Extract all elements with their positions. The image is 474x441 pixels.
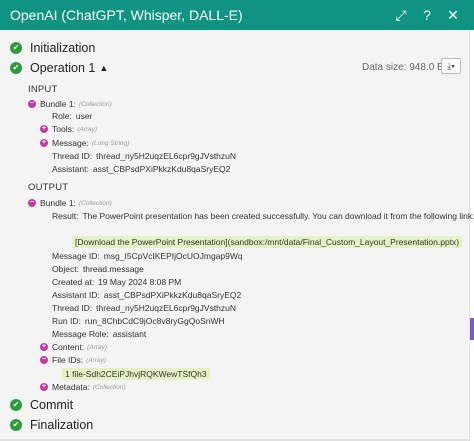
field-key: Message: (52, 138, 89, 148)
input-heading: INPUT (28, 84, 58, 95)
caret-up-icon[interactable]: ▲ (99, 63, 108, 73)
field-value: asst_CBPsdPXiPkkzKdu8qaSryEQ2 (103, 290, 242, 300)
collapse-icon[interactable]: − (28, 199, 36, 207)
field-value: thread_ny5H2uqzEL6cpr9gJVsthzuN (96, 303, 237, 313)
operation-label: Operation 1 (30, 61, 96, 75)
file-id-index: 1 (65, 369, 70, 379)
download-button[interactable]: ⤓▾ (441, 58, 461, 74)
field-key: Content: (52, 342, 85, 352)
input-message-row[interactable]: + Message: (Long String) (40, 138, 129, 148)
output-assistant-id-row: Assistant ID: asst_CBPsdPXiPkkzKdu8qaSry… (52, 290, 241, 300)
expand-icon[interactable]: ⤢ (390, 4, 412, 26)
check-icon: ✔ (10, 399, 22, 411)
help-icon[interactable]: ? (416, 4, 438, 26)
check-icon: ✔ (10, 62, 22, 74)
file-id-value: file-Sdh2CEiPJhvjRQKWewTSfQh3 (72, 369, 207, 379)
type-label: (Long String) (91, 139, 130, 147)
field-key: Tools: (52, 124, 75, 134)
output-metadata-row[interactable]: + Metadata: (Collection) (40, 382, 126, 392)
output-thread-row: Thread ID: thread_ny5H2uqzEL6cpr9gJVsthz… (52, 303, 236, 313)
field-value: user (75, 111, 93, 121)
output-bundle-row[interactable]: − Bundle 1: (Collection) (28, 198, 112, 208)
check-icon: ✔ (10, 42, 22, 54)
field-value: msg_I5CpVcIKEPIjOcUOJmgap9Wq (103, 251, 243, 261)
collapse-icon[interactable]: − (40, 356, 48, 364)
output-file-ids-row[interactable]: − File IDs: (Array) (40, 355, 106, 365)
field-key: Thread ID: (52, 151, 93, 161)
close-icon[interactable]: ✕ (442, 4, 464, 26)
data-size: Data size: 948.0 B (362, 62, 444, 73)
field-value: asst_CBPsdPXiPkkzKdu8qaSryEQ2 (92, 164, 231, 174)
field-key: Result: (52, 211, 79, 221)
file-id-chip: 1 file-Sdh2CEiPJhvjRQKWewTSfQh3 (62, 368, 210, 380)
commit-label: Commit (30, 398, 74, 412)
check-icon: ✔ (10, 419, 22, 431)
field-value: thread_ny5H2uqzEL6cpr9gJVsthzuN (96, 151, 237, 161)
output-role-row: Message Role: assistant (52, 329, 146, 339)
field-key: Role: (52, 111, 72, 121)
expand-icon[interactable]: + (40, 383, 48, 391)
type-label: (Collection) (78, 199, 112, 207)
result-link: [Download the PowerPoint Presentation](s… (72, 236, 463, 248)
commit-row[interactable]: ✔ Commit (10, 398, 73, 412)
collapse-icon[interactable]: − (28, 100, 36, 108)
field-value: run_8ChbCdC9jOc8v8ryGgQoSnWH (84, 316, 225, 326)
field-value: assistant (112, 329, 147, 339)
field-key: Assistant: (52, 164, 89, 174)
expand-icon[interactable]: + (40, 139, 48, 147)
input-thread-row: Thread ID: thread_ny5H2uqzEL6cpr9gJVsthz… (52, 151, 236, 161)
type-label: (Array) (86, 356, 107, 364)
output-heading: OUTPUT (28, 182, 69, 193)
output-object-row: Object: thread.message (52, 264, 144, 274)
field-key: Run ID: (52, 316, 81, 326)
field-key: Assistant ID: (52, 290, 100, 300)
output-file-id-item: 1 file-Sdh2CEiPJhvjRQKWewTSfQh3 (62, 368, 210, 380)
download-icon: ⤓▾ (447, 60, 455, 71)
field-key: Thread ID: (52, 303, 93, 313)
input-role-row: Role: user (52, 111, 92, 121)
initialization-label: Initialization (30, 41, 96, 55)
field-value: thread.message (82, 264, 144, 274)
expand-icon[interactable]: + (40, 343, 48, 351)
type-label: (Collection) (78, 100, 112, 108)
bundle-label: Bundle 1: (40, 198, 76, 208)
bundle-label: Bundle 1: (40, 99, 76, 109)
window-titlebar: OpenAI (ChatGPT, Whisper, DALL-E) ⤢ ? ✕ (0, 0, 474, 30)
field-key: Created at: (52, 277, 95, 287)
finalization-row[interactable]: ✔ Finalization (10, 418, 93, 432)
output-result-link-row: [Download the PowerPoint Presentation](s… (72, 236, 463, 248)
initialization-row[interactable]: ✔ Initialization (10, 41, 95, 55)
output-content-row[interactable]: + Content: (Array) (40, 342, 107, 352)
field-value: 19 May 2024 8:08 PM (98, 277, 182, 287)
type-label: (Array) (77, 125, 98, 133)
input-assistant-row: Assistant: asst_CBPsdPXiPkkzKdu8qaSryEQ2 (52, 164, 230, 174)
field-key: Message ID: (52, 251, 100, 261)
output-run-row: Run ID: run_8ChbCdC9jOc8v8ryGgQoSnWH (52, 316, 225, 326)
field-key: Object: (52, 264, 79, 274)
window-title: OpenAI (ChatGPT, Whisper, DALL-E) (10, 7, 243, 23)
output-result-row: Result: The PowerPoint presentation has … (52, 211, 474, 221)
type-label: (Array) (87, 343, 107, 351)
output-message-id-row: Message ID: msg_I5CpVcIKEPIjOcUOJmgap9Wq (52, 251, 243, 261)
expand-icon[interactable]: + (40, 125, 48, 133)
finalization-label: Finalization (30, 418, 94, 432)
side-handle[interactable] (470, 318, 474, 340)
field-key: Message Role: (52, 329, 109, 339)
type-label: (Collection) (92, 383, 126, 391)
operation-row[interactable]: ✔ Operation 1 ▲ (10, 61, 108, 75)
output-created-row: Created at: 19 May 2024 8:08 PM (52, 277, 181, 287)
field-value: The PowerPoint presentation has been cre… (82, 211, 474, 221)
field-key: File IDs: (52, 355, 84, 365)
input-bundle-row[interactable]: − Bundle 1: (Collection) (28, 99, 112, 109)
input-tools-row[interactable]: + Tools: (Array) (40, 124, 97, 134)
field-key: Metadata: (52, 382, 90, 392)
